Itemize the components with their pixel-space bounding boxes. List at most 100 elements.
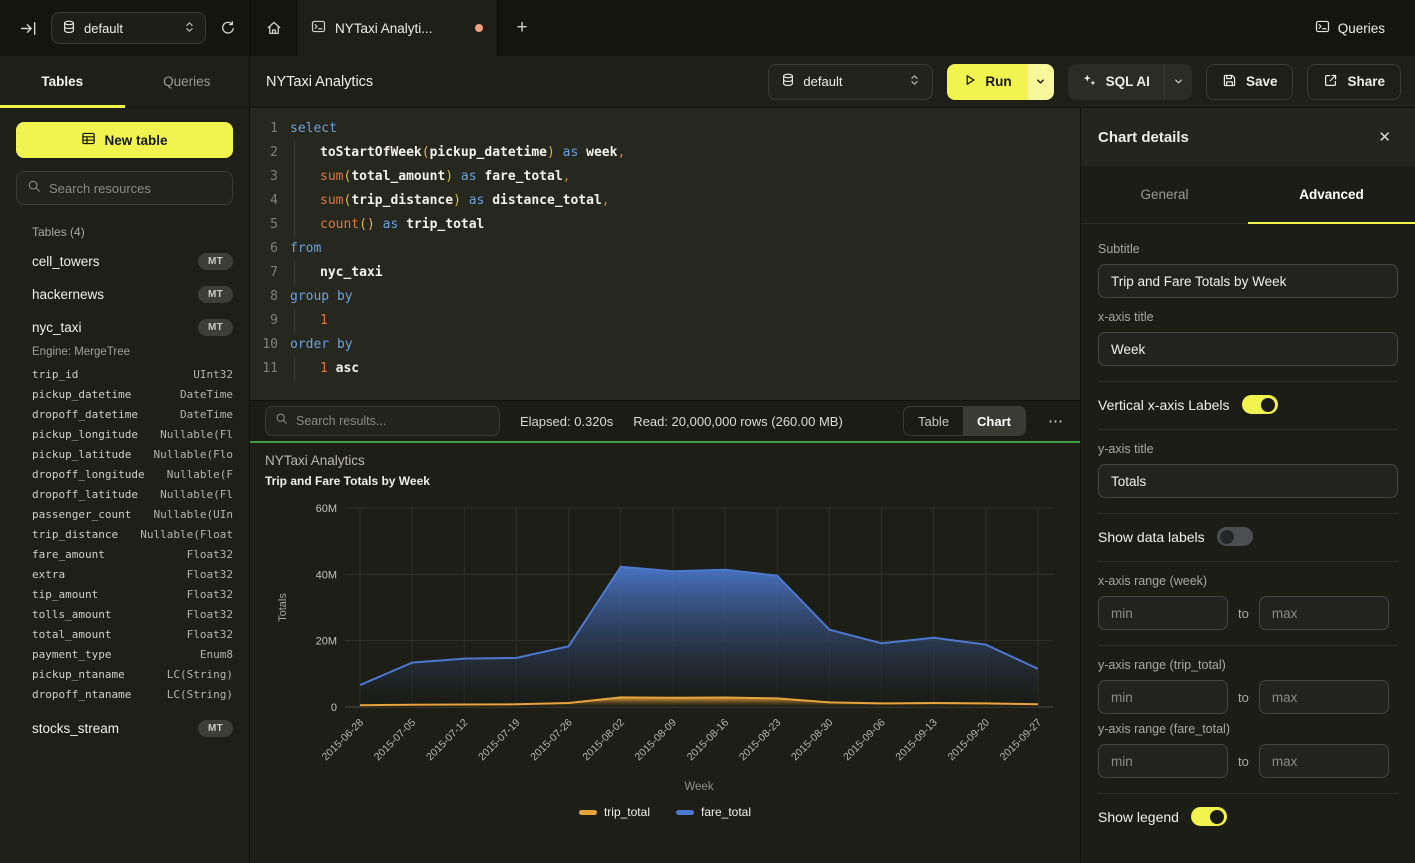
sql-ai-button-group: SQL AI bbox=[1068, 64, 1192, 100]
engine-badge: MT bbox=[198, 253, 233, 270]
elapsed-stat: Elapsed: 0.320s bbox=[520, 414, 613, 429]
save-button[interactable]: Save bbox=[1206, 64, 1294, 100]
results-search[interactable] bbox=[265, 406, 500, 436]
chart-details-panel: Chart details ✕ General Advanced Subtitl… bbox=[1080, 108, 1415, 863]
more-options-icon[interactable]: ⋯ bbox=[1046, 412, 1066, 430]
column-row: passenger_countNullable(UIn bbox=[0, 504, 249, 524]
range-to-label: to bbox=[1238, 606, 1249, 621]
queries-button[interactable]: Queries bbox=[1315, 19, 1415, 37]
new-table-label: New table bbox=[104, 133, 167, 148]
yaxis-title-input[interactable] bbox=[1098, 464, 1398, 498]
subtitle-input[interactable] bbox=[1098, 264, 1398, 298]
legend-item-fare_total[interactable]: fare_total bbox=[676, 805, 751, 819]
query-database-selector[interactable]: default bbox=[768, 64, 933, 100]
close-icon[interactable]: ✕ bbox=[1378, 128, 1391, 146]
query-database-value: default bbox=[803, 74, 842, 89]
column-row: pickup_datetimeDateTime bbox=[0, 384, 249, 404]
yaxis-range-fare-min-input[interactable] bbox=[1098, 744, 1228, 778]
svg-text:2015-08-16: 2015-08-16 bbox=[685, 717, 732, 764]
show-data-labels-toggle[interactable] bbox=[1217, 527, 1253, 546]
sql-ai-dropdown-button[interactable] bbox=[1164, 64, 1192, 100]
engine-badge: MT bbox=[198, 720, 233, 737]
collapse-sidebar-icon[interactable] bbox=[20, 20, 37, 37]
subtitle-label: Subtitle bbox=[1098, 242, 1398, 256]
column-row: dropoff_ntanameLC(String) bbox=[0, 684, 249, 704]
table-engine-label: Engine: MergeTree bbox=[0, 344, 249, 364]
sql-ai-button[interactable]: SQL AI bbox=[1068, 64, 1164, 100]
legend-item-trip_total[interactable]: trip_total bbox=[579, 805, 650, 819]
sidebar-tab-tables[interactable]: Tables bbox=[0, 56, 125, 107]
view-toggle-chart[interactable]: Chart bbox=[963, 407, 1025, 435]
run-dropdown-button[interactable] bbox=[1028, 64, 1054, 100]
table-row[interactable]: nyc_taxiMT bbox=[0, 311, 249, 344]
yaxis-range-fare-max-input[interactable] bbox=[1259, 744, 1389, 778]
svg-text:Totals: Totals bbox=[277, 593, 289, 622]
sidebar-tab-queries[interactable]: Queries bbox=[125, 56, 250, 107]
column-row: pickup_longitudeNullable(Fl bbox=[0, 424, 249, 444]
database-icon bbox=[62, 20, 76, 37]
column-row: trip_distanceNullable(Float bbox=[0, 524, 249, 544]
column-row: tolls_amountFloat32 bbox=[0, 604, 249, 624]
add-tab-button[interactable]: + bbox=[498, 0, 546, 56]
column-row: extraFloat32 bbox=[0, 564, 249, 584]
tab-nytaxi-analytics[interactable]: NYTaxi Analyti... bbox=[296, 0, 498, 56]
read-stat: Read: 20,000,000 rows (260.00 MB) bbox=[633, 414, 843, 429]
column-row: pickup_ntanameLC(String) bbox=[0, 664, 249, 684]
share-button[interactable]: Share bbox=[1307, 64, 1401, 100]
legend-label: fare_total bbox=[701, 805, 751, 819]
new-table-button[interactable]: New table bbox=[16, 122, 233, 158]
svg-text:60M: 60M bbox=[316, 503, 337, 515]
vertical-xaxis-labels-toggle[interactable] bbox=[1242, 395, 1278, 414]
engine-badge: MT bbox=[198, 286, 233, 303]
sql-ai-label: SQL AI bbox=[1106, 74, 1150, 89]
home-button[interactable] bbox=[250, 0, 296, 56]
svg-text:2015-09-13: 2015-09-13 bbox=[893, 717, 940, 764]
column-row: trip_idUInt32 bbox=[0, 364, 249, 384]
share-label: Share bbox=[1347, 74, 1385, 89]
topbar-database-selector[interactable]: default bbox=[51, 12, 206, 44]
yaxis-title-label: y-axis title bbox=[1098, 442, 1398, 456]
yaxis-range-fare-label: y-axis range (fare_total) bbox=[1098, 722, 1398, 736]
sidebar-search-input[interactable] bbox=[49, 181, 222, 196]
xaxis-range-max-input[interactable] bbox=[1259, 596, 1389, 630]
query-header: NYTaxi Analytics default Run bbox=[250, 56, 1415, 108]
column-row: dropoff_datetimeDateTime bbox=[0, 404, 249, 424]
console-icon bbox=[311, 19, 326, 37]
column-row: payment_typeEnum8 bbox=[0, 644, 249, 664]
table-icon bbox=[81, 131, 96, 149]
panel-tab-general[interactable]: General bbox=[1081, 166, 1248, 223]
legend-swatch bbox=[676, 810, 694, 815]
yaxis-range-trip-max-input[interactable] bbox=[1259, 680, 1389, 714]
tab-title: NYTaxi Analyti... bbox=[335, 21, 433, 36]
code-line: 111 asc bbox=[250, 357, 1080, 381]
table-row[interactable]: cell_towersMT bbox=[0, 245, 249, 278]
database-icon bbox=[781, 73, 795, 90]
xaxis-title-input[interactable] bbox=[1098, 332, 1398, 366]
refresh-icon[interactable] bbox=[220, 20, 236, 36]
view-toggle-table[interactable]: Table bbox=[904, 407, 963, 435]
results-search-input[interactable] bbox=[296, 414, 490, 428]
sidebar-search[interactable] bbox=[16, 171, 233, 205]
code-line: 91 bbox=[250, 309, 1080, 333]
table-row[interactable]: hackernewsMT bbox=[0, 278, 249, 311]
code-line: 8group by bbox=[250, 285, 1080, 309]
sidebar: Tables Queries New table Tables (4) cell… bbox=[0, 56, 250, 863]
xaxis-range-min-input[interactable] bbox=[1098, 596, 1228, 630]
play-icon bbox=[963, 73, 977, 90]
show-legend-toggle[interactable] bbox=[1191, 807, 1227, 826]
svg-text:Week: Week bbox=[684, 781, 713, 793]
yaxis-range-trip-min-input[interactable] bbox=[1098, 680, 1228, 714]
svg-text:2015-08-23: 2015-08-23 bbox=[737, 717, 784, 764]
code-line: 7nyc_taxi bbox=[250, 261, 1080, 285]
run-button[interactable]: Run bbox=[947, 64, 1027, 100]
code-line: 4sum(trip_distance) as distance_total, bbox=[250, 189, 1080, 213]
vertical-xaxis-labels-label: Vertical x-axis Labels bbox=[1098, 397, 1230, 413]
code-line: 1select bbox=[250, 117, 1080, 141]
code-line: 2toStartOfWeek(pickup_datetime) as week, bbox=[250, 141, 1080, 165]
svg-text:2015-07-05: 2015-07-05 bbox=[372, 717, 419, 764]
panel-tab-advanced[interactable]: Advanced bbox=[1248, 166, 1415, 223]
table-row[interactable]: stocks_streamMT bbox=[0, 712, 249, 745]
column-row: tip_amountFloat32 bbox=[0, 584, 249, 604]
sql-editor[interactable]: 1select2toStartOfWeek(pickup_datetime) a… bbox=[250, 108, 1080, 400]
run-label: Run bbox=[985, 74, 1011, 89]
